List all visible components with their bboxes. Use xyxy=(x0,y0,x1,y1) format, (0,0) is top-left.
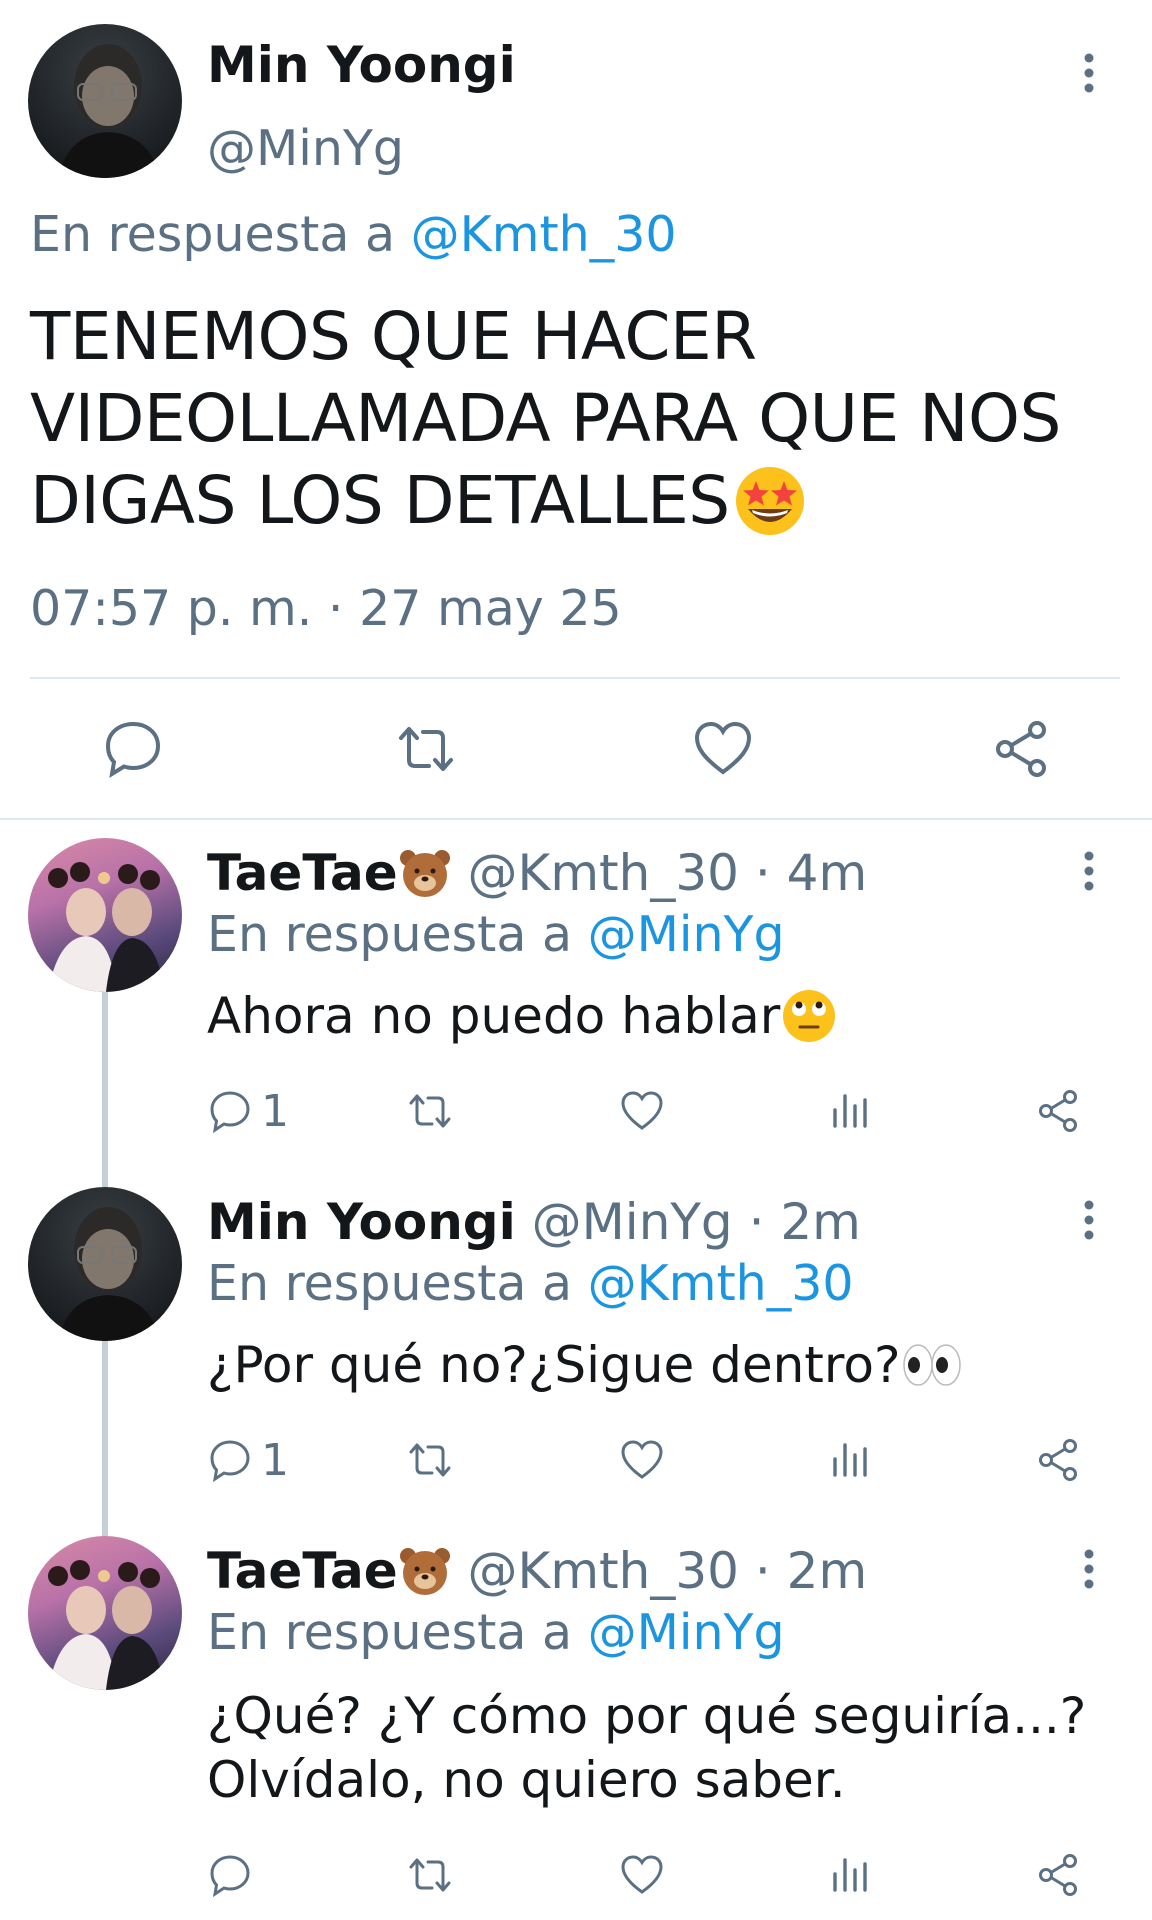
bear-face-emoji xyxy=(399,1547,450,1595)
reply-context: En respuesta a @Kmth_30 xyxy=(207,1255,854,1312)
star-struck-emoji xyxy=(735,466,804,535)
bear-face-emoji xyxy=(399,849,450,897)
avatar[interactable] xyxy=(28,1536,182,1690)
reply-header: Min Yoongi @MinYg · 2m xyxy=(207,1193,861,1251)
retweet-icon[interactable] xyxy=(395,718,457,780)
tweet-text: TENEMOS QUE HACER VIDEOLLAMADA PARA QUE … xyxy=(30,296,1110,542)
author-handle[interactable]: @MinYg xyxy=(532,1193,733,1251)
avatar[interactable] xyxy=(28,24,182,178)
share-action[interactable] xyxy=(1035,1435,1081,1485)
analytics-icon[interactable] xyxy=(827,1852,873,1898)
action-bar: 1 xyxy=(207,1434,1107,1486)
retweet-icon[interactable] xyxy=(407,1852,453,1898)
author-name[interactable]: TaeTae xyxy=(207,1542,398,1600)
retweet-icon[interactable] xyxy=(407,1437,453,1483)
retweet-icon[interactable] xyxy=(407,1088,453,1134)
relative-time: · 2m xyxy=(748,1193,861,1251)
eye-roll-emoji xyxy=(783,989,836,1042)
reply-text-line: Olvídalo, no quiero saber. xyxy=(207,1751,846,1809)
more-options-icon[interactable] xyxy=(1080,1548,1098,1590)
like-action[interactable] xyxy=(619,1086,665,1136)
share-action[interactable] xyxy=(1035,1850,1081,1900)
author-name[interactable]: Min Yoongi xyxy=(207,36,516,94)
analytics-icon[interactable] xyxy=(827,1088,873,1134)
more-options-icon[interactable] xyxy=(1080,1199,1098,1241)
tweet-text-line: DIGAS LOS DETALLES xyxy=(30,460,1110,542)
retweet-action[interactable] xyxy=(407,1086,453,1136)
reply-tweet[interactable]: TaeTae @Kmth_30 · 2m En respuesta a @Min… xyxy=(0,1536,1152,1920)
reply-header: TaeTae @Kmth_30 · 2m xyxy=(207,1542,867,1600)
reply-to-link[interactable]: @Kmth_30 xyxy=(411,206,677,263)
reply-prefix: En respuesta a xyxy=(30,206,396,263)
relative-time: · 2m xyxy=(754,1542,868,1600)
divider xyxy=(0,818,1152,820)
timestamp[interactable]: 07:57 p. m. · 27 may 25 xyxy=(30,580,622,637)
more-options-icon[interactable] xyxy=(1080,52,1098,94)
like-icon[interactable] xyxy=(619,1852,665,1898)
reply-to-link[interactable]: @MinYg xyxy=(588,1604,785,1661)
reply-text: ¿Por qué no?¿Sigue dentro? xyxy=(207,1333,1087,1397)
share-icon[interactable] xyxy=(1035,1088,1081,1134)
share-icon[interactable] xyxy=(990,718,1052,780)
like-icon[interactable] xyxy=(692,718,754,780)
more-options-icon[interactable] xyxy=(1080,850,1098,892)
reply-tweet[interactable]: Min Yoongi @MinYg · 2m En respuesta a @K… xyxy=(0,1187,1152,1507)
reply-context: En respuesta a @Kmth_30 xyxy=(30,206,677,263)
author-name[interactable]: TaeTae xyxy=(207,844,398,902)
like-icon[interactable] xyxy=(619,1437,665,1483)
eyes-emoji xyxy=(903,1343,962,1386)
divider xyxy=(30,677,1120,679)
reply-context: En respuesta a @MinYg xyxy=(207,906,785,963)
reply-text: ¿Qué? ¿Y cómo por qué seguiría...? Olvíd… xyxy=(207,1684,1087,1812)
share-action[interactable] xyxy=(1035,1086,1081,1136)
reply-icon[interactable] xyxy=(207,1088,253,1134)
main-tweet: Min Yoongi @MinYg En respuesta a @Kmth_3… xyxy=(0,0,1152,820)
author-handle[interactable]: @Kmth_30 xyxy=(468,844,739,902)
reply-text-line: ¿Qué? ¿Y cómo por qué seguiría...? xyxy=(207,1687,1087,1745)
reply-count: 1 xyxy=(261,1434,289,1486)
reply-icon[interactable] xyxy=(207,1437,253,1483)
avatar[interactable] xyxy=(28,1187,182,1341)
reply-icon[interactable] xyxy=(207,1852,253,1898)
analytics-action[interactable] xyxy=(827,1850,873,1900)
like-icon[interactable] xyxy=(619,1088,665,1134)
reply-header: TaeTae @Kmth_30 · 4m xyxy=(207,844,867,902)
retweet-action[interactable] xyxy=(407,1435,453,1485)
like-action[interactable] xyxy=(619,1850,665,1900)
tweet-text-line: TENEMOS QUE HACER xyxy=(30,298,757,375)
analytics-action[interactable] xyxy=(827,1086,873,1136)
reply-prefix: En respuesta a xyxy=(207,1255,573,1312)
retweet-action[interactable] xyxy=(407,1850,453,1900)
reply-prefix: En respuesta a xyxy=(207,906,573,963)
author-handle[interactable]: @Kmth_30 xyxy=(468,1542,739,1600)
reply-count: 1 xyxy=(261,1085,289,1137)
reply-action[interactable] xyxy=(207,1850,253,1900)
reply-to-link[interactable]: @MinYg xyxy=(588,906,785,963)
like-action[interactable] xyxy=(619,1435,665,1485)
action-bar: 1 xyxy=(207,1085,1107,1137)
author-handle[interactable]: @MinYg xyxy=(207,120,404,177)
tweet-text-line: VIDEOLLAMADA PARA QUE NOS xyxy=(30,380,1061,457)
reply-context: En respuesta a @MinYg xyxy=(207,1604,785,1661)
share-icon[interactable] xyxy=(1035,1852,1081,1898)
reply-text: Ahora no puedo hablar xyxy=(207,984,1087,1048)
action-bar xyxy=(207,1850,1107,1900)
reply-action[interactable]: 1 xyxy=(207,1434,289,1486)
share-icon[interactable] xyxy=(1035,1437,1081,1483)
reply-icon[interactable] xyxy=(102,718,164,780)
reply-to-link[interactable]: @Kmth_30 xyxy=(588,1255,854,1312)
relative-time: · 4m xyxy=(754,844,868,902)
analytics-icon[interactable] xyxy=(827,1437,873,1483)
reply-action[interactable]: 1 xyxy=(207,1085,289,1137)
author-name[interactable]: Min Yoongi xyxy=(207,1193,516,1251)
reply-prefix: En respuesta a xyxy=(207,1604,573,1661)
analytics-action[interactable] xyxy=(827,1435,873,1485)
reply-tweet[interactable]: TaeTae @Kmth_30 · 4m En respuesta a @Min… xyxy=(0,838,1152,1158)
avatar[interactable] xyxy=(28,838,182,992)
